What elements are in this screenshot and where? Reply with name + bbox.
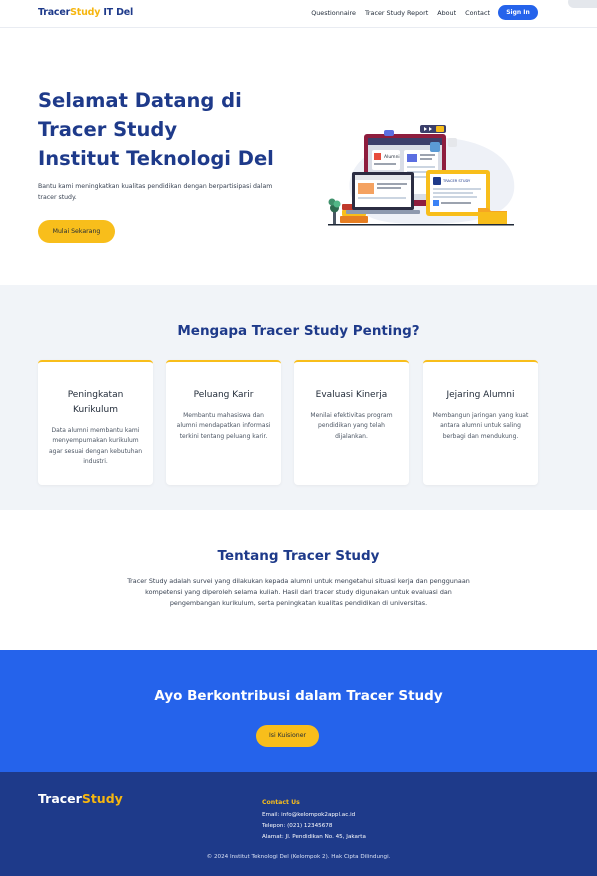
footer-email[interactable]: Email: info@kelompok2appl.ac.id — [262, 812, 355, 818]
footer-copyright: © 2024 Institut Teknologi Del (Kelompok … — [206, 854, 391, 860]
cta-title: Ayo Berkontribusi dalam Tracer Study — [154, 688, 443, 704]
brand-logo[interactable]: TracerStudy IT Del — [38, 7, 133, 18]
card-title: Jejaring Alumni — [446, 390, 515, 400]
footer-logo-study: Study — [81, 791, 123, 806]
sign-in-button[interactable]: Sign In — [498, 5, 538, 20]
about-section: Tentang Tracer Study Tracer Study adalah… — [0, 510, 597, 650]
why-title: Mengapa Tracer Study Penting? — [177, 323, 420, 339]
logo-text-itdel: IT Del — [100, 7, 134, 18]
card-text: Membangun jaringan yang kuat antara alum… — [432, 412, 529, 440]
card-title: Evaluasi Kinerja — [315, 390, 388, 400]
card-text: Menilai efektivitas program pendidikan y… — [310, 412, 393, 440]
card-title: Peningkatan Kurikulum — [67, 390, 124, 415]
nav-menu: Questionnaire Tracer Study Report About … — [311, 9, 490, 17]
footer-address: Alamat: Jl. Pendidikan No. 45, Jakarta — [262, 834, 366, 840]
start-now-button[interactable]: Mulai Sekarang — [38, 220, 115, 243]
nav-link-about[interactable]: About — [437, 9, 456, 17]
footer-contact-title: Contact Us — [262, 799, 300, 806]
footer-phone: Telepon: (021) 12345678 — [262, 823, 333, 829]
footer: TracerStudy Contact Us Email: info@kelom… — [0, 772, 597, 876]
about-description: Tracer Study adalah survei yang dilakuka… — [127, 577, 470, 607]
hero-subtitle: Bantu kami meningkatkan kualitas pendidi… — [38, 183, 273, 201]
hero-illustration: Alumni TRACER STUDY — [328, 125, 515, 226]
feature-card-network: Jejaring Alumni Membangun jaringan yang … — [423, 360, 538, 485]
why-section: Mengapa Tracer Study Penting? Peningkata… — [0, 285, 597, 510]
feature-card-evaluation: Evaluasi Kinerja Menilai efektivitas pro… — [294, 360, 409, 485]
browser-corner-pill — [568, 0, 597, 8]
illus-tracer-label: TRACER STUDY — [442, 179, 471, 183]
hero-title: Selamat Datang di Tracer Study Institut … — [38, 86, 298, 173]
hero-title-line-3: Institut Teknologi Del — [38, 147, 274, 170]
card-text: Membantu mahasiswa dan alumni mendapatka… — [176, 412, 271, 440]
footer-logo-tracer: Tracer — [38, 791, 82, 806]
feature-card-curriculum: Peningkatan Kurikulum Data alumni memban… — [38, 360, 153, 485]
logo-text-tracer: Tracer — [38, 7, 71, 18]
illus-alumni-label: Alumni — [384, 154, 400, 160]
footer-logo[interactable]: TracerStudy — [38, 791, 123, 806]
hero-title-line-1: Selamat Datang di — [38, 89, 242, 112]
top-navbar: TracerStudy IT Del Questionnaire Tracer … — [0, 0, 597, 28]
card-text: Data alumni membantu kami menyempurnakan… — [48, 427, 143, 466]
feature-card-career: Peluang Karir Membantu mahasiswa dan alu… — [166, 360, 281, 485]
fill-questionnaire-button[interactable]: Isi Kuisioner — [256, 725, 319, 747]
hero-section: Selamat Datang di Tracer Study Institut … — [0, 28, 597, 285]
card-title: Peluang Karir — [193, 390, 254, 400]
hero-title-line-2: Tracer Study — [38, 118, 178, 141]
nav-link-report[interactable]: Tracer Study Report — [365, 9, 428, 17]
nav-link-contact[interactable]: Contact — [465, 9, 490, 17]
logo-text-study: Study — [70, 7, 101, 18]
nav-link-questionnaire[interactable]: Questionnaire — [311, 9, 356, 17]
about-title: Tentang Tracer Study — [217, 548, 380, 564]
cta-section: Ayo Berkontribusi dalam Tracer Study Isi… — [0, 650, 597, 772]
